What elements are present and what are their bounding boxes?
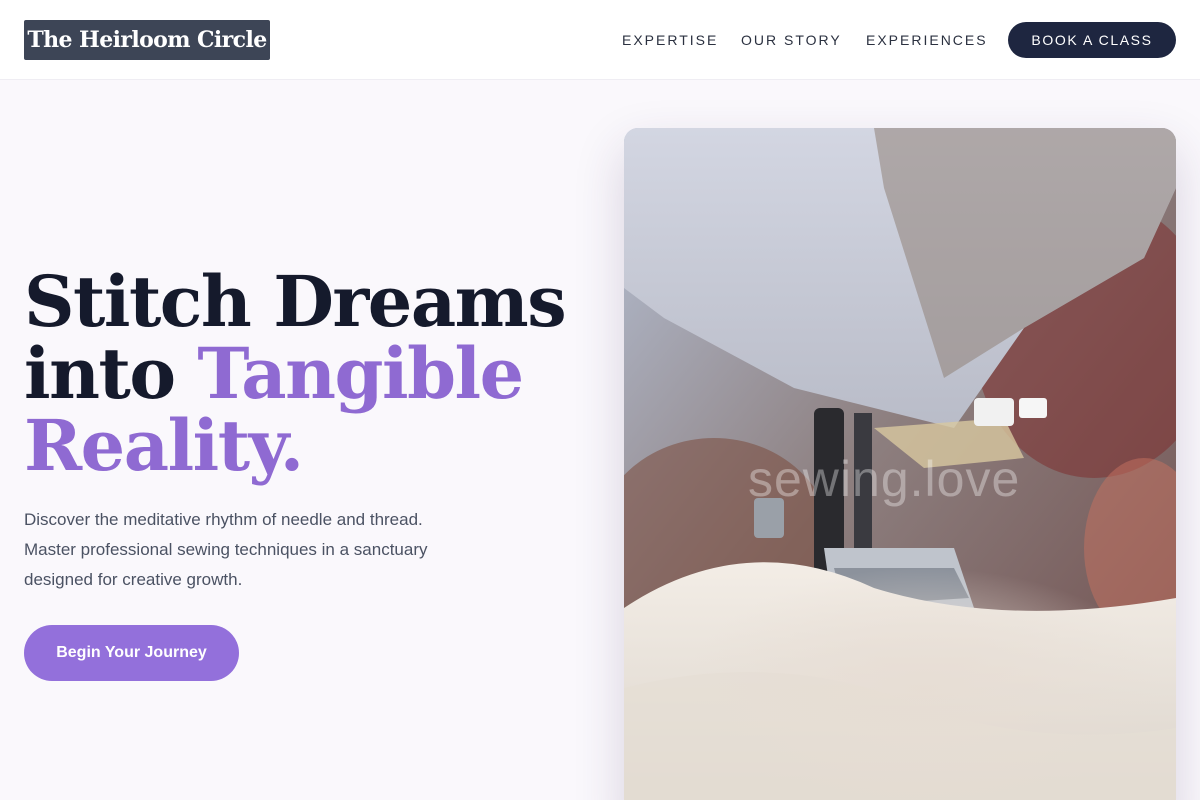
- headline-line-3: Reality.: [24, 404, 304, 487]
- headline-line-1: Stitch Dreams: [24, 260, 567, 343]
- site-logo[interactable]: The Heirloom Circle: [24, 20, 270, 60]
- headline-line-2: into Tangible: [24, 338, 584, 410]
- book-a-class-button[interactable]: BOOK A CLASS: [1008, 22, 1176, 58]
- image-watermark: sewing.love: [748, 451, 1021, 507]
- hero-image-sewing-machine: sewing.love: [624, 128, 1176, 800]
- begin-journey-button[interactable]: Begin Your Journey: [24, 625, 239, 681]
- headline-line-2-prefix: into: [24, 332, 198, 415]
- hero-description: Discover the meditative rhythm of needle…: [24, 510, 428, 589]
- nav-link-experiences[interactable]: EXPERIENCES: [866, 0, 988, 80]
- headline-accent-word: Tangible: [197, 332, 524, 415]
- nav-link-our-story[interactable]: OUR STORY: [741, 0, 842, 80]
- hero-headline: Stitch Dreams into Tangible Reality.: [24, 266, 584, 482]
- site-header: The Heirloom Circle EXPERTISE OUR STORY …: [0, 0, 1200, 80]
- nav-link-expertise[interactable]: EXPERTISE: [622, 0, 718, 80]
